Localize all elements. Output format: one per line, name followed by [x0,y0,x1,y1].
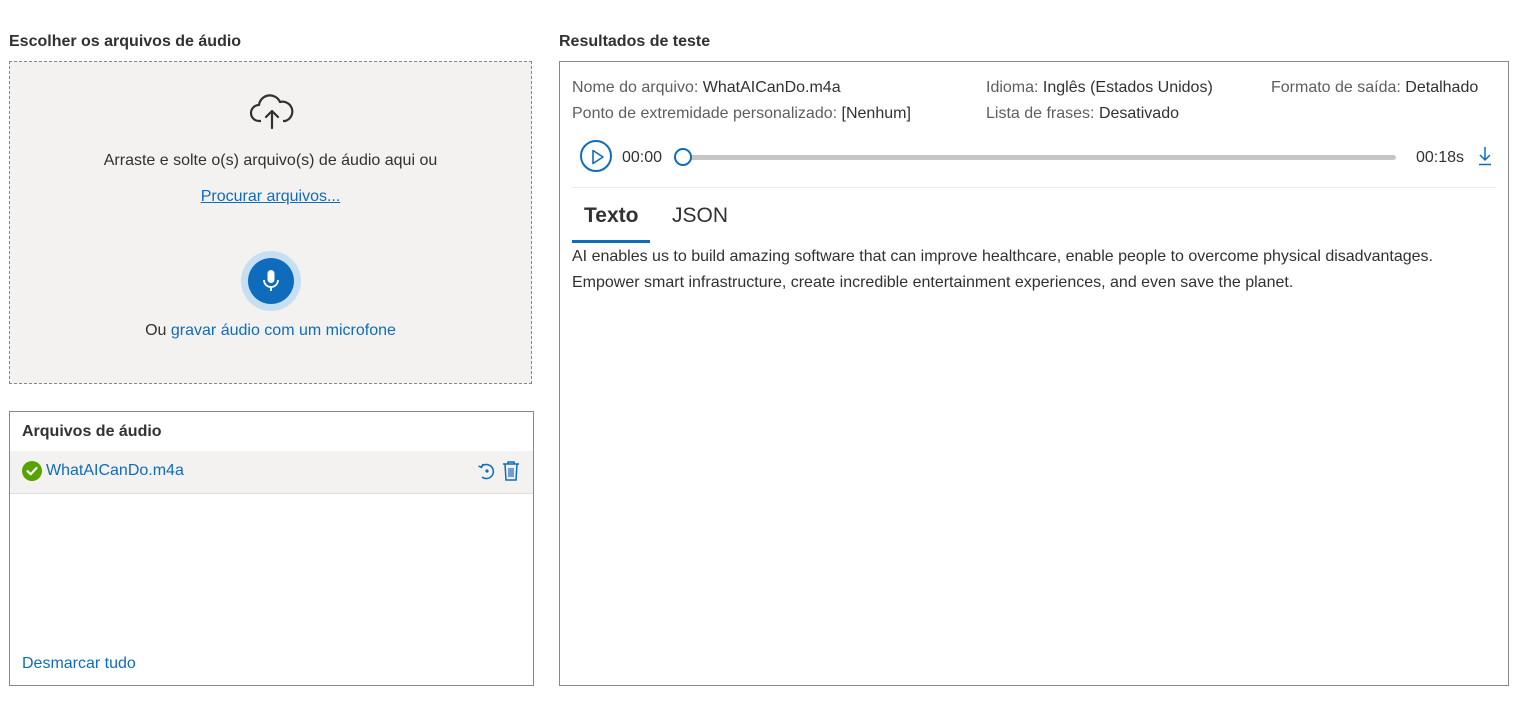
meta-phrase-list: Lista de frases: Desativado [986,105,1179,123]
meta-file-label: Nome do arquivo: [572,79,699,96]
microphone-button-halo [241,251,301,311]
record-audio-link[interactable]: gravar áudio com um microfone [171,322,396,339]
transcript-text: AI enables us to build amazing software … [572,248,1433,291]
meta-custom-endpoint: Ponto de extremidade personalizado: [Nen… [572,105,911,123]
meta-phrases-value: Desativado [1098,105,1179,122]
meta-file-name: Nome do arquivo: WhatAICanDo.m4a [572,79,841,97]
record-microphone-button[interactable] [248,258,294,304]
browse-files-link[interactable]: Procurar arquivos... [10,188,531,206]
meta-format-value: Detalhado [1405,79,1479,96]
choose-audio-title: Escolher os arquivos de áudio [9,33,242,50]
play-button[interactable] [580,140,612,172]
test-results-panel: Nome do arquivo: WhatAICanDo.m4a Idioma:… [559,61,1509,686]
tab-text[interactable]: Texto [584,204,638,228]
audio-files-title: Arquivos de áudio [22,423,162,440]
audio-progress-thumb[interactable] [674,148,692,166]
record-audio-line: Ou gravar áudio com um microfone [10,322,531,340]
record-prefix: Ou [145,322,167,339]
dropzone-instructions: Arraste e solte o(s) arquivo(s) de áudio… [103,152,438,169]
download-icon[interactable] [1478,146,1492,171]
meta-endpoint-label: Ponto de extremidade personalizado: [572,105,838,122]
meta-endpoint-value: [Nenhum] [841,105,911,122]
audio-file-row[interactable]: WhatAICanDo.m4a [10,451,533,494]
current-time: 00:00 [622,149,663,166]
trash-icon[interactable] [502,460,520,487]
meta-language: Idioma: Inglês (Estados Unidos) [986,79,1213,97]
meta-output-format: Formato de saída: Detalhado [1271,79,1478,97]
cloud-upload-icon [248,92,296,132]
test-results-title: Resultados de teste [559,33,711,50]
meta-language-label: Idioma: [986,79,1039,96]
check-circle-icon [22,461,42,486]
meta-phrases-label: Lista de frases: [986,105,1095,122]
audio-progress-track[interactable] [680,155,1396,160]
meta-file-value: WhatAICanDo.m4a [702,79,841,96]
tab-json[interactable]: JSON [672,204,728,228]
selected-tab-indicator [572,240,650,243]
meta-language-value: Inglês (Estados Unidos) [1042,79,1213,96]
audio-file-name[interactable]: WhatAICanDo.m4a [46,462,184,480]
deselect-all-link[interactable]: Desmarcar tudo [22,655,136,673]
audio-files-panel: Arquivos de áudio WhatAICanDo.m4a Desmar… [9,411,534,686]
meta-format-label: Formato de saída: [1271,79,1401,96]
retry-icon[interactable] [477,460,497,487]
audio-dropzone[interactable]: Arraste e solte o(s) arquivo(s) de áudio… [9,61,532,384]
divider [572,187,1496,188]
total-time: 00:18s [1416,149,1465,166]
